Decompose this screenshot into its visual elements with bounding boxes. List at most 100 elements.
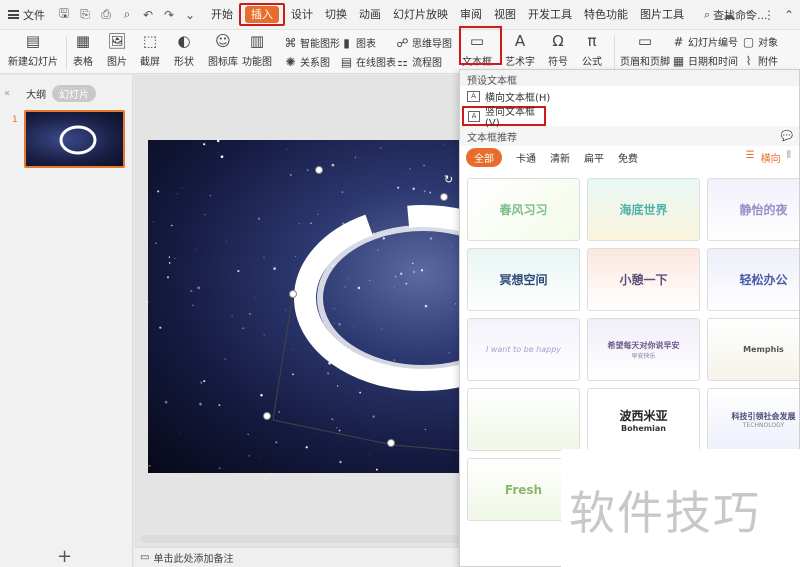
template-card[interactable]: 科技引领社会发展 TECHNOLOGY: [707, 388, 799, 451]
tab-label: 开始: [211, 7, 233, 21]
new-slide-button[interactable]: ▤ 新建幻灯片: [8, 32, 58, 68]
tab-2[interactable]: 设计: [285, 0, 319, 30]
template-card[interactable]: 静怡的夜: [707, 178, 799, 241]
template-card-title: 静怡的夜: [739, 203, 788, 217]
tab-label: 设计: [291, 7, 313, 21]
online-chart-button[interactable]: ▤ 在线图表: [340, 54, 396, 70]
collapse-chevron-icon[interactable]: ⌃: [784, 8, 794, 22]
tab-8[interactable]: 开发工具: [522, 0, 578, 30]
template-card[interactable]: 波西米亚 Bohemian: [587, 388, 700, 451]
undo-icon[interactable]: ↶: [141, 8, 155, 22]
template-card-title: Memphis: [743, 345, 784, 354]
vertical-textbox-label: 竖向文本框(V): [485, 107, 536, 129]
template-card[interactable]: 春风习习: [467, 178, 580, 241]
ribbon-insert: ▤ 新建幻灯片 ▦ 表格 🖼 图片 ⬚ 截屏 ◐ 形状 ☺ 图标库 ▥ 功能图 …: [0, 26, 800, 74]
orient-horizontal-label[interactable]: 横向: [761, 150, 781, 165]
screenshot-label: 截屏: [140, 57, 160, 68]
wordart-label: 艺术字: [505, 57, 535, 68]
screenshot-button[interactable]: ⬚ 截屏: [140, 32, 160, 68]
filter-4[interactable]: 免费: [618, 150, 638, 165]
tab-label: 幻灯片放映: [393, 7, 448, 21]
template-card[interactable]: 希望每天对你说早安 早安快乐: [587, 318, 700, 381]
filter-3[interactable]: 扁平: [584, 150, 604, 165]
resize-handle[interactable]: [263, 412, 271, 420]
vertical-textbox-item[interactable]: A 竖向文本框(V): [462, 106, 546, 129]
template-card-title: 小憩一下: [619, 273, 668, 287]
template-card-title: 希望每天对你说早安: [607, 340, 680, 350]
list-icon[interactable]: ☰: [746, 150, 755, 165]
resize-handle[interactable]: [387, 439, 395, 447]
vertical-textbox-icon: A: [468, 110, 481, 122]
flowchart-button[interactable]: ⚏ 流程图: [396, 54, 442, 70]
template-card-title: 海底世界: [619, 203, 668, 217]
slide-panel: « 大纲 幻灯片 1 +: [0, 75, 133, 567]
formula-button[interactable]: π 公式: [582, 32, 602, 68]
outline-tab[interactable]: 大纲: [26, 86, 46, 101]
mindmap-button[interactable]: ☍ 思维导图: [396, 35, 452, 51]
more-icon[interactable]: ⋮: [763, 8, 775, 22]
tab-3[interactable]: 切换: [319, 0, 353, 30]
chart-button[interactable]: ▮ 图表: [340, 35, 376, 51]
header-footer-button[interactable]: ▭ 页眉和页脚: [620, 32, 670, 68]
smart-shape-button[interactable]: ⌘ 智能图形: [284, 35, 341, 51]
template-card[interactable]: 轻松办公: [707, 248, 799, 311]
attachment-button[interactable]: ⌇ 附件: [742, 53, 778, 69]
resize-handle[interactable]: [440, 193, 448, 201]
tab-5[interactable]: 幻灯片放映: [387, 0, 454, 30]
shape-button[interactable]: ◐ 形状: [174, 32, 194, 68]
icon-library-button[interactable]: ☺ 图标库: [208, 32, 238, 68]
slide-number-button[interactable]: # 幻灯片编号: [672, 34, 738, 50]
cloud-icon[interactable]: ☁: [723, 8, 735, 22]
new-slide-label: 新建幻灯片: [8, 57, 58, 68]
resize-handle[interactable]: [289, 290, 297, 298]
slide-thumbnail[interactable]: [24, 110, 125, 168]
collapse-panel-icon[interactable]: «: [4, 88, 10, 99]
tab-1[interactable]: 插入: [239, 0, 285, 30]
export-icon[interactable]: ⎘: [78, 7, 92, 22]
symbol-button[interactable]: Ω 符号: [548, 32, 568, 68]
filter-2[interactable]: 清新: [550, 150, 570, 165]
slides-tab[interactable]: 幻灯片: [52, 85, 97, 102]
template-card[interactable]: [467, 388, 580, 451]
file-menu[interactable]: 文件: [0, 0, 53, 30]
chart-icon: ▮: [343, 35, 350, 50]
filter-1[interactable]: 卡通: [516, 150, 536, 165]
datetime-button[interactable]: ▦ 日期和时间: [672, 53, 738, 69]
function-chart-button[interactable]: ▥ 功能图: [242, 32, 272, 68]
template-card[interactable]: 冥想空间: [467, 248, 580, 311]
screenshot-icon: ⬚: [142, 32, 158, 50]
smart-shape-label: 智能图形: [300, 39, 340, 50]
vertical-orient-icon[interactable]: ⦀: [787, 150, 791, 165]
tab-10[interactable]: 图片工具: [634, 0, 690, 30]
search-icon: ⌕: [704, 7, 711, 21]
print-icon[interactable]: ⎙: [99, 7, 113, 22]
share-icon[interactable]: ⇪: [744, 8, 754, 22]
header-footer-label: 页眉和页脚: [620, 57, 670, 68]
picture-button[interactable]: 🖼 图片: [107, 32, 127, 68]
customize-chevron-icon[interactable]: ⌄: [183, 8, 197, 22]
resize-handle[interactable]: [315, 166, 323, 174]
rotate-handle-icon[interactable]: ↻: [444, 173, 453, 186]
tab-9[interactable]: 特色功能: [578, 0, 634, 30]
preview-icon[interactable]: ⌕: [120, 7, 134, 22]
template-card[interactable]: 海底世界: [587, 178, 700, 241]
slide-number-label: 幻灯片编号: [688, 38, 738, 49]
template-card[interactable]: Memphis: [707, 318, 799, 381]
template-card-title: 冥想空间: [499, 273, 548, 287]
save-icon[interactable]: 🖫: [57, 4, 71, 25]
redo-icon[interactable]: ↷: [162, 8, 176, 22]
template-card[interactable]: 小憩一下: [587, 248, 700, 311]
tab-0[interactable]: 开始: [205, 0, 239, 30]
object-button[interactable]: ▢ 对象: [742, 34, 778, 50]
add-slide-icon[interactable]: +: [57, 546, 72, 567]
filter-0[interactable]: 全部: [466, 147, 502, 167]
table-button[interactable]: ▦ 表格: [73, 32, 93, 68]
template-card[interactable]: I want to be happy: [467, 318, 580, 381]
shape-label: 形状: [174, 57, 194, 68]
wordart-button[interactable]: A 艺术字: [505, 32, 535, 68]
relation-button[interactable]: ✺ 关系图: [284, 54, 330, 70]
tab-4[interactable]: 动画: [353, 0, 387, 30]
chat-icon[interactable]: 💬: [781, 131, 793, 142]
notes-icon: ▭: [140, 552, 150, 563]
shape-icon: ◐: [177, 32, 191, 50]
